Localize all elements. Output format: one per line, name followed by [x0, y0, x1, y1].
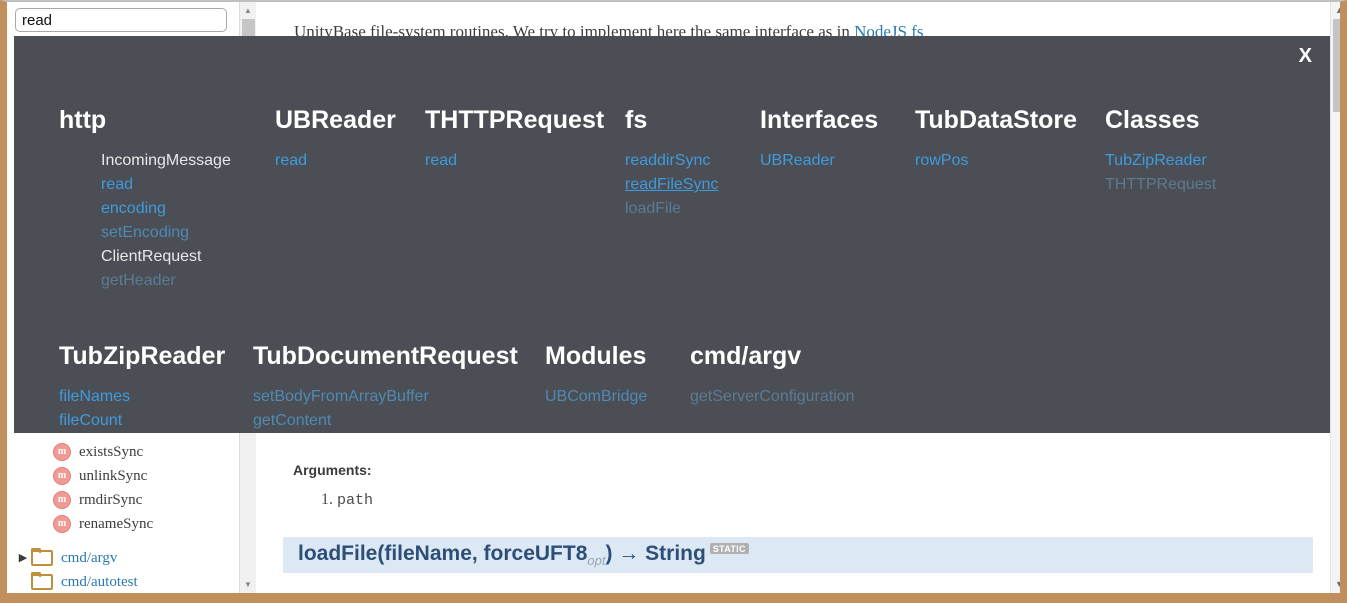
method-badge-icon: m	[53, 467, 71, 485]
result-item[interactable]: getContent	[253, 409, 545, 433]
scroll-down-icon[interactable]: ▼	[1331, 576, 1340, 593]
group-items: getServerConfiguration	[690, 385, 950, 409]
close-icon[interactable]: X	[1299, 46, 1312, 66]
method-signature-head: loadFile(fileName, forceUFT8	[298, 541, 588, 565]
result-item: IncomingMessage	[101, 152, 231, 169]
tree-item-renameSync[interactable]: m renameSync	[7, 512, 239, 536]
result-item[interactable]: setBodyFromArrayBuffer	[253, 385, 545, 409]
group-title: TubDocumentRequest	[253, 342, 518, 370]
arguments-label: Arguments:	[293, 462, 372, 478]
result-item[interactable]: UBComBridge	[545, 385, 690, 409]
result-group-TubDocumentRequest: TubDocumentRequest setBodyFromArrayBuffe…	[253, 342, 545, 433]
group-items: IncomingMessage read encoding setEncodin…	[59, 149, 275, 293]
group-title: THTTPRequest	[425, 106, 605, 134]
group-items: rowPos	[915, 149, 1105, 173]
result-item[interactable]: fileNames	[59, 385, 253, 409]
arguments-list: path	[311, 491, 373, 509]
result-group-fs: fs readdirSync readFileSync loadFile	[625, 106, 760, 293]
result-group-THTTPRequest: THTTPRequest read	[425, 106, 625, 293]
search-results-overlay: X http IncomingMessage read encoding set…	[14, 36, 1330, 433]
result-item: ClientRequest	[101, 248, 202, 265]
result-item[interactable]: getHeader	[59, 269, 275, 293]
chevron-right-icon[interactable]: ▶	[15, 552, 31, 564]
tree-item-label: rmdirSync	[79, 491, 143, 508]
group-items: UBReader	[760, 149, 915, 173]
method-badge-icon: m	[53, 491, 71, 509]
group-items: TubZipReader THTTPRequest	[1105, 149, 1285, 197]
result-item[interactable]: readdirSync	[625, 149, 760, 173]
main-scrollbar-thumb[interactable]	[1333, 19, 1340, 112]
result-item[interactable]: getServerConfiguration	[690, 385, 950, 409]
group-items: readdirSync readFileSync loadFile	[625, 149, 760, 221]
result-item[interactable]: THTTPRequest	[1105, 173, 1285, 197]
group-title: Interfaces	[760, 106, 879, 134]
main-scrollbar[interactable]: ▲ ▼	[1330, 2, 1340, 593]
result-item[interactable]: setEncoding	[59, 221, 275, 245]
result-group-Modules: Modules UBComBridge	[545, 342, 690, 433]
group-title: TubDataStore	[915, 106, 1078, 134]
tree-item-label: cmd/autotest	[61, 573, 138, 590]
tree-item-label: renameSync	[79, 515, 154, 532]
result-item[interactable]: loadFile	[625, 197, 760, 221]
result-group-Classes: Classes TubZipReader THTTPRequest	[1105, 106, 1285, 293]
result-group-TubDataStore: TubDataStore rowPos	[915, 106, 1105, 293]
tree-item-cmd-autotest[interactable]: cmd/autotest	[7, 570, 239, 593]
result-item[interactable]: rowPos	[915, 149, 1105, 173]
tree-item-rmdirSync[interactable]: m rmdirSync	[7, 488, 239, 512]
group-items: read	[275, 149, 425, 173]
result-item[interactable]: TubZipReader	[1105, 149, 1285, 173]
result-item[interactable]: read	[275, 149, 425, 173]
result-group-UBReader: UBReader read	[275, 106, 425, 293]
group-title: TubZipReader	[59, 342, 226, 370]
result-item[interactable]: read	[425, 149, 625, 173]
group-title: UBReader	[275, 106, 396, 134]
static-badge: STATIC	[709, 542, 749, 554]
folder-icon	[31, 548, 53, 566]
tree-item-label: existsSync	[79, 443, 144, 460]
optional-marker: opt	[587, 553, 606, 569]
group-items: fileNames fileCount	[59, 385, 253, 433]
group-title: cmd/argv	[690, 342, 802, 370]
scroll-down-icon[interactable]: ▼	[240, 576, 256, 593]
argument-item: path	[337, 491, 373, 509]
result-group-http: http IncomingMessage read encoding setEn…	[59, 106, 275, 293]
tree-item-unlinkSync[interactable]: m unlinkSync	[7, 464, 239, 488]
search-results-row: http IncomingMessage read encoding setEn…	[14, 106, 1330, 293]
result-item[interactable]: UBReader	[760, 149, 915, 173]
group-items: setBodyFromArrayBuffer getContent	[253, 385, 545, 433]
result-item[interactable]: readFileSync	[625, 173, 760, 197]
scroll-up-icon[interactable]: ▲	[1331, 2, 1340, 19]
scroll-up-icon[interactable]: ▲	[240, 2, 256, 19]
argument-name: path	[337, 492, 374, 509]
method-signature: loadFile(fileName, forceUFT8opt) → Strin…	[298, 542, 749, 568]
group-items: UBComBridge	[545, 385, 690, 409]
search-results-row: TubZipReader fileNames fileCount TubDocu…	[14, 342, 1330, 433]
search-input[interactable]	[15, 8, 227, 32]
doc-tree: m existsSync m unlinkSync m rmdirSync m …	[7, 440, 239, 593]
folder-icon	[31, 572, 53, 590]
group-title: Classes	[1105, 106, 1200, 134]
group-title: fs	[625, 106, 648, 134]
tree-item-label: cmd/argv	[61, 549, 118, 566]
method-signature-tail: ) → String	[605, 541, 706, 565]
tree-item-cmd-argv[interactable]: ▶ cmd/argv	[7, 546, 239, 570]
group-items: read	[425, 149, 625, 173]
search-bar	[7, 2, 239, 36]
tree-item-existsSync[interactable]: m existsSync	[7, 440, 239, 464]
tree-item-label: unlinkSync	[79, 467, 148, 484]
group-title: Modules	[545, 342, 647, 370]
app-window: m existsSync m unlinkSync m rmdirSync m …	[0, 0, 1347, 603]
result-item[interactable]: encoding	[59, 197, 275, 221]
result-group-TubZipReader: TubZipReader fileNames fileCount	[59, 342, 253, 433]
group-title: http	[59, 106, 107, 134]
result-item[interactable]: fileCount	[59, 409, 253, 433]
result-item[interactable]: read	[59, 173, 275, 197]
result-group-cmd-argv: cmd/argv getServerConfiguration	[690, 342, 950, 433]
method-signature-row[interactable]: loadFile(fileName, forceUFT8opt) → Strin…	[283, 537, 1313, 573]
method-badge-icon: m	[53, 515, 71, 533]
result-group-Interfaces: Interfaces UBReader	[760, 106, 915, 293]
method-badge-icon: m	[53, 443, 71, 461]
